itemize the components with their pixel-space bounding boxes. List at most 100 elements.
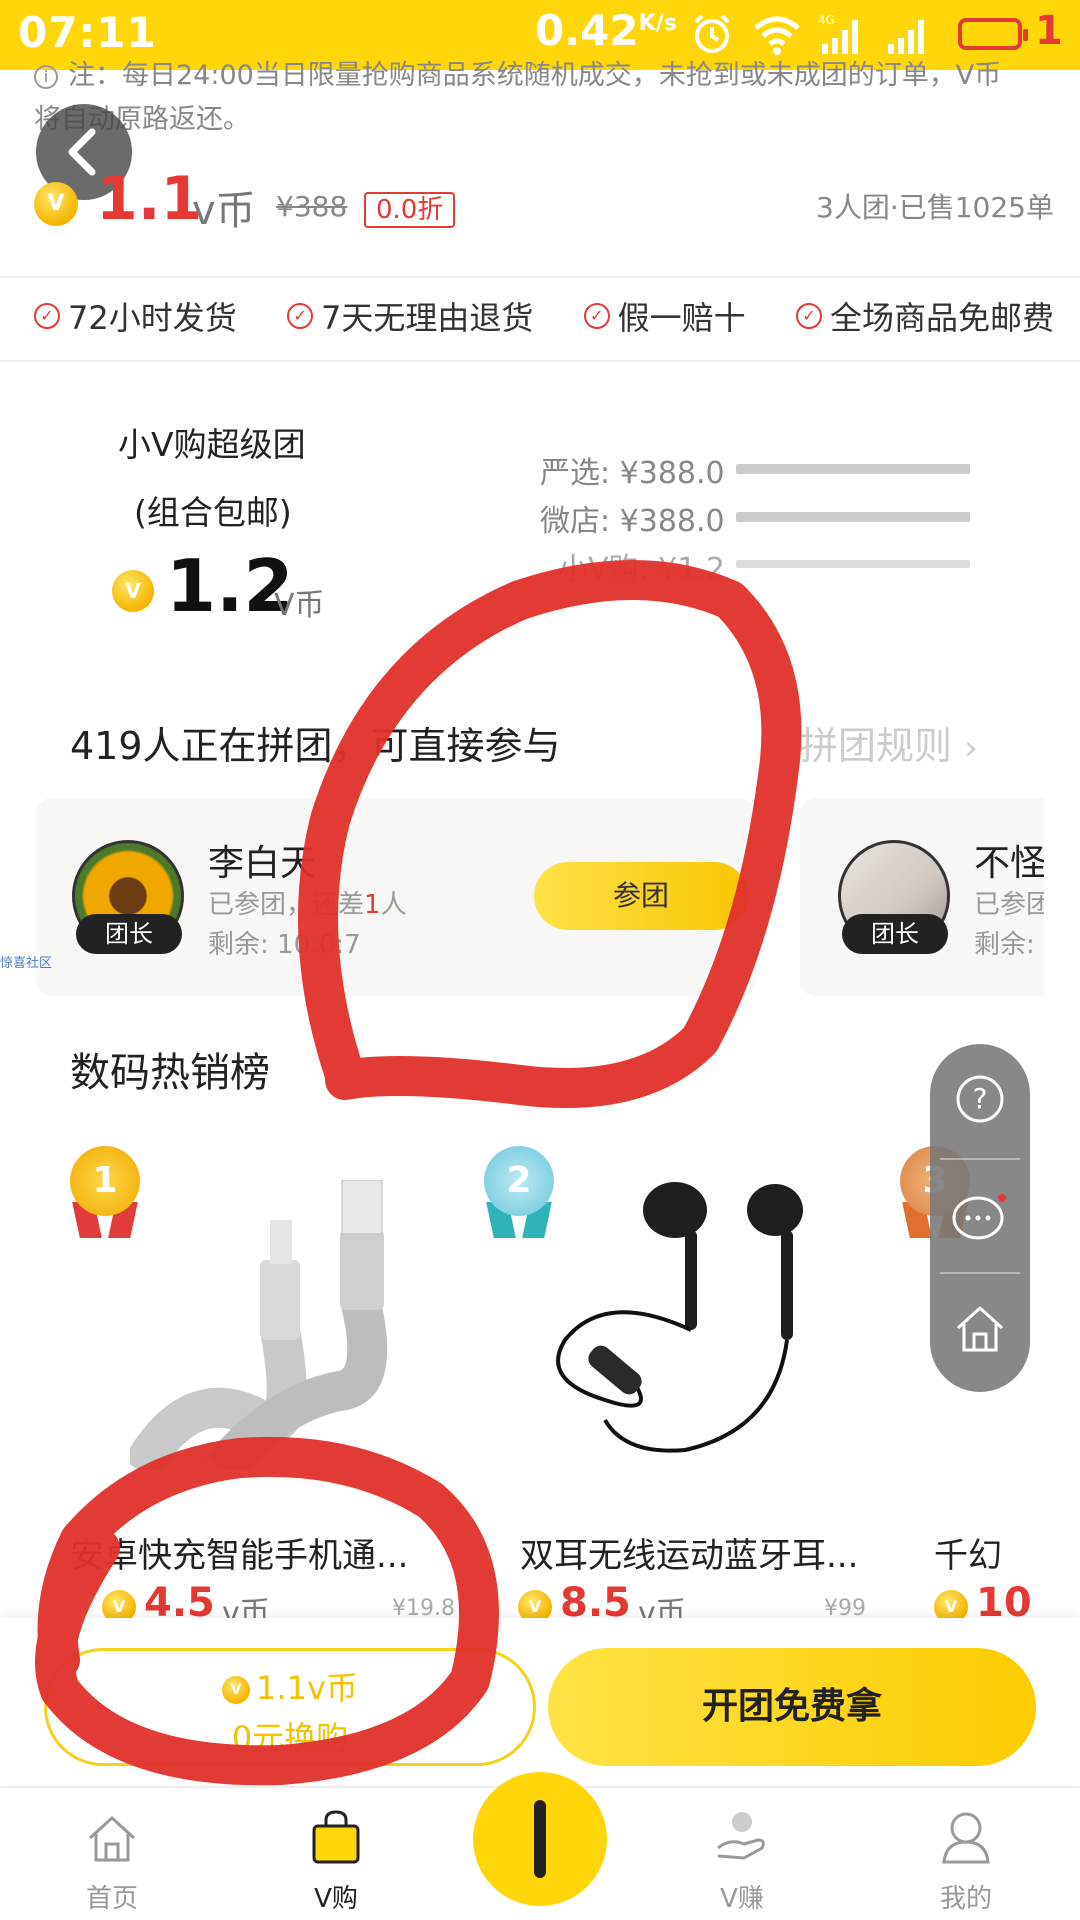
guarantee-item: ✓ 7天无理由退货	[287, 296, 534, 337]
group-rules-label: 拼团规则	[800, 724, 953, 768]
remaining-label: 剩余:	[208, 930, 269, 960]
comparison-label: 小V购: ¥1.2	[558, 552, 725, 587]
battery-icon	[958, 18, 1028, 50]
guarantee-label: 7天无理由退货	[321, 299, 534, 337]
team-leader-name: 不怪	[974, 843, 1044, 884]
check-icon: ✓	[287, 303, 314, 329]
guarantee-label: 全场商品免邮费	[829, 299, 1054, 337]
help-icon[interactable]: ?	[955, 1074, 1005, 1124]
comparison-bar	[736, 560, 970, 568]
comparison-label: 严选: ¥388.0	[540, 456, 725, 491]
check-icon: ✓	[34, 303, 60, 329]
guarantee-label: 72小时发货	[68, 299, 237, 337]
check-icon: ✓	[583, 303, 610, 329]
price-unit: v币	[192, 188, 256, 234]
battery-level: 1	[1035, 8, 1063, 54]
comparison-bar	[736, 464, 970, 474]
joined-label: 已参团	[208, 890, 287, 920]
team-card[interactable]: 团长 不怪 已参团 剩余:	[800, 798, 1044, 996]
shopping-bag-icon	[312, 1810, 360, 1864]
status-time: 07:11	[18, 8, 157, 57]
tab-label: 我的	[939, 1884, 992, 1914]
original-price: ¥388	[276, 190, 348, 223]
exchange-button[interactable]: V 1.1v币 0元换购	[44, 1648, 536, 1766]
needed-unit: 人	[380, 890, 407, 920]
leader-tag: 团长	[842, 914, 948, 954]
comparison-bar	[736, 512, 970, 522]
svg-text:4G: 4G	[818, 13, 835, 27]
team-progress: 已参团，还差1人	[208, 884, 407, 921]
remaining-time: 10:0:7	[277, 930, 361, 960]
tab-v-earn[interactable]: V赚	[672, 1788, 812, 1920]
notice-text: i 注：每日24:00当日限量抢购商品系统随机成交，未抢到或未成团的订单，V币将自…	[34, 54, 1014, 142]
super-group-unit: V币	[274, 588, 325, 623]
rank-number: 2	[484, 1146, 554, 1216]
check-icon: ✓	[795, 303, 822, 329]
notice-message: 注：每日24:00当日限量抢购商品系统随机成交，未抢到或未成团的订单，V币将自动…	[34, 60, 1002, 135]
super-group-subtitle: (组合包邮)	[134, 493, 292, 532]
product-image[interactable]	[545, 1170, 835, 1470]
needed-count: 1	[364, 890, 381, 920]
price-comparison-row: 严选: ¥388.0	[540, 448, 970, 491]
v-coin-icon: V	[34, 182, 78, 226]
divider	[0, 360, 1080, 362]
remaining-label: 剩余:	[974, 930, 1035, 960]
usb-cable-image	[130, 1180, 388, 1470]
tab-profile[interactable]: 我的	[896, 1788, 1036, 1920]
chat-icon[interactable]	[950, 1190, 1010, 1246]
exchange-label: 0元换购	[231, 1719, 349, 1757]
tab-label: V赚	[720, 1884, 764, 1914]
signal-4g-icon: 4G	[818, 13, 858, 54]
group-buy-title: 419人正在拼团，可直接参与	[70, 724, 561, 768]
super-group-title: 小V购超级团	[118, 425, 306, 464]
group-rules-link[interactable]: 拼团规则 ›	[800, 715, 978, 770]
signal-icon	[888, 20, 924, 54]
v-coin-icon: V	[222, 1676, 251, 1704]
guarantee-item: ✓ 假一赔十	[583, 296, 746, 337]
comparison-label: 微店: ¥388.0	[540, 504, 725, 539]
price-comparison-row: 小V购: ¥1.2	[540, 544, 970, 587]
join-team-button[interactable]: 参团	[534, 862, 748, 930]
product-name[interactable]: 双耳无线运动蓝牙耳...	[520, 1528, 858, 1577]
price-row: V 1.1 v币 ¥388 0.0折 3人团·已售1025单	[34, 164, 1054, 250]
center-tab-icon	[534, 1800, 546, 1878]
tab-v-shop[interactable]: V购	[266, 1788, 406, 1920]
guarantee-list: ✓ 72小时发货 ✓ 7天无理由退货 ✓ 假一赔十 ✓ 全场商品免邮费	[34, 296, 1054, 337]
earphones-image	[556, 1182, 803, 1453]
hot-list-title: 数码热销榜	[70, 1050, 270, 1096]
svg-text:?: ?	[973, 1082, 988, 1115]
needed-prefix: ，还差	[286, 890, 365, 920]
chevron-right-icon: ›	[964, 728, 978, 768]
guarantee-item: ✓ 全场商品免邮费	[795, 296, 1054, 337]
team-remaining: 剩余: 10:0:7	[208, 924, 361, 961]
tab-label: 首页	[85, 1884, 138, 1914]
tab-home[interactable]: 首页	[42, 1788, 182, 1920]
product-name[interactable]: 安卓快充智能手机通...	[70, 1528, 408, 1577]
home-icon[interactable]	[952, 1300, 1008, 1356]
guarantee-item: ✓ 72小时发货	[34, 296, 237, 337]
team-leader-name: 李白天	[208, 843, 317, 884]
sales-info: 3人团·已售1025单	[816, 191, 1054, 224]
earn-icon	[717, 1812, 765, 1860]
center-tab-button[interactable]	[473, 1772, 607, 1906]
product-price: 1.1	[96, 164, 203, 234]
joined-label: 已参团	[974, 890, 1044, 920]
tab-label: V购	[314, 1884, 358, 1914]
divider	[0, 276, 1080, 278]
wifi-icon	[754, 16, 800, 55]
exchange-price-line: V 1.1v币	[47, 1663, 533, 1709]
product-image[interactable]	[130, 1180, 430, 1470]
network-speed: 0.42K/s	[535, 6, 677, 55]
open-group-button[interactable]: 开团免费拿	[548, 1648, 1036, 1766]
exchange-price: 1.1v币	[256, 1669, 358, 1707]
v-coin-icon: V	[112, 570, 154, 612]
leader-tag: 团长	[76, 914, 182, 954]
network-speed-value: 0.42	[535, 6, 639, 55]
profile-icon	[942, 1812, 990, 1864]
discount-badge: 0.0折	[364, 192, 456, 228]
network-speed-unit: K/s	[638, 11, 677, 36]
guarantee-label: 假一赔十	[617, 299, 746, 337]
price-comparison-row: 微店: ¥388.0	[540, 496, 970, 539]
product-name[interactable]: 千幻	[934, 1528, 1074, 1577]
info-icon: i	[34, 64, 58, 89]
